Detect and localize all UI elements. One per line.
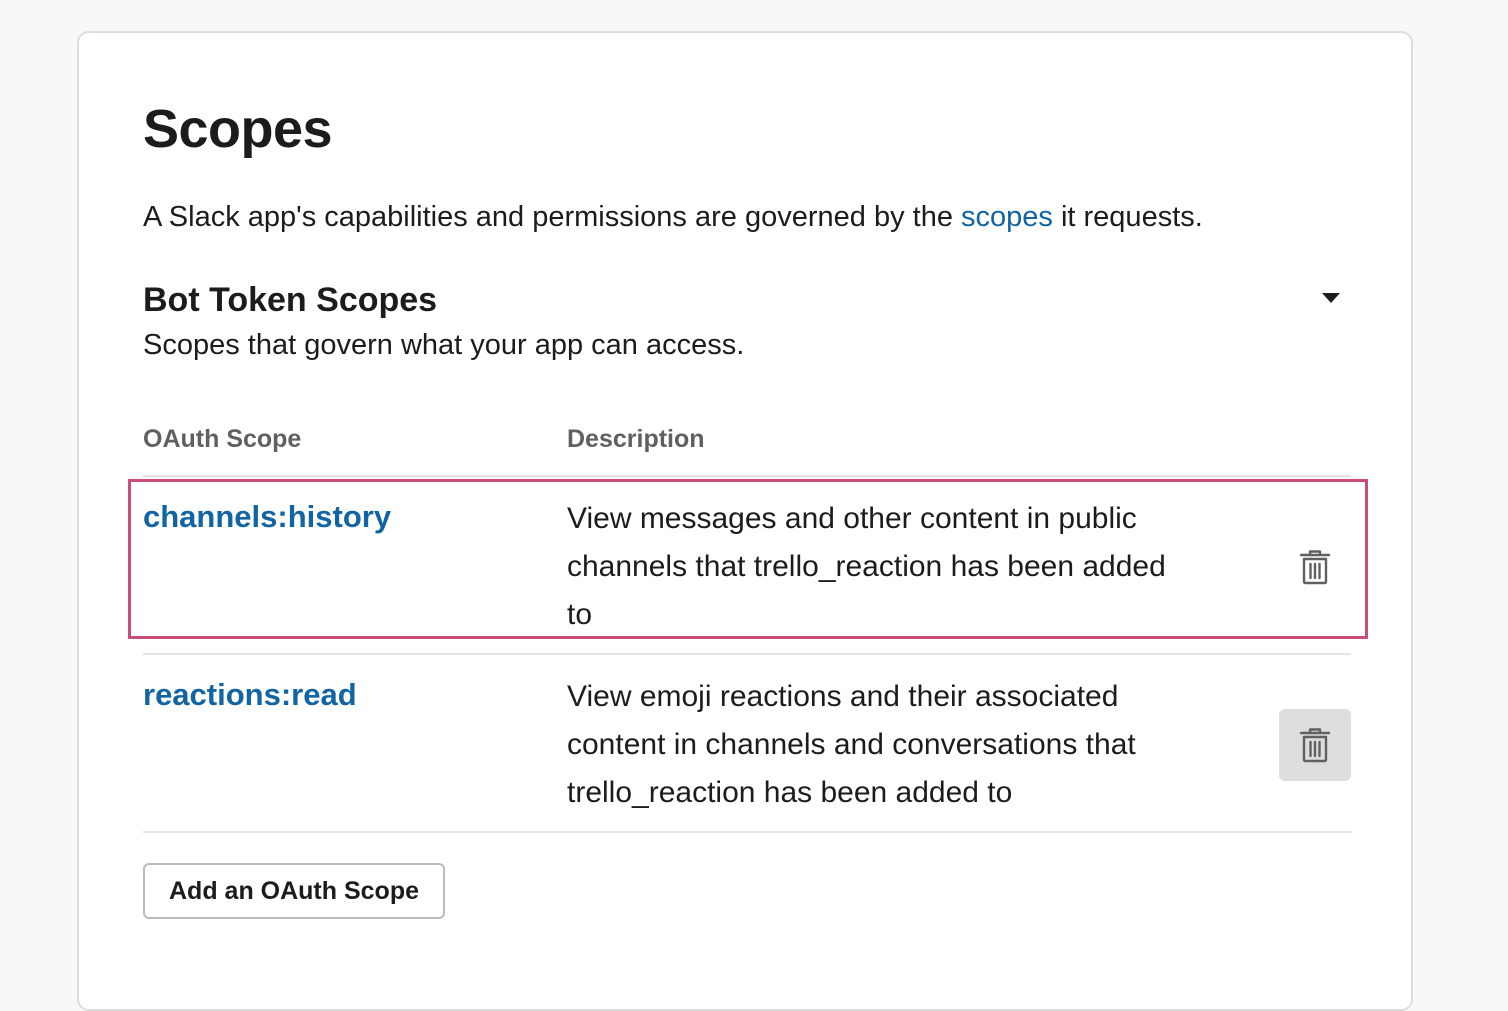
scope-description: View messages and other content in publi… (567, 502, 1166, 631)
table-header: OAuth Scope Description (143, 423, 1351, 477)
page-title: Scopes (143, 99, 333, 159)
add-oauth-scope-button[interactable]: Add an OAuth Scope (143, 863, 445, 919)
section-title: Bot Token Scopes (143, 281, 438, 319)
delete-scope-button[interactable] (1279, 531, 1351, 603)
intro-text-after: it requests. (1052, 201, 1203, 233)
section-collapse-toggle[interactable] (1311, 283, 1351, 313)
scopes-card: Scopes A Slack app's capabilities and pe… (77, 31, 1413, 1011)
trash-icon (1299, 728, 1331, 763)
column-header-description: Description (567, 425, 705, 453)
section-subtitle: Scopes that govern what your app can acc… (143, 329, 745, 361)
delete-scope-button[interactable] (1279, 709, 1351, 781)
intro-text: A Slack app's capabilities and permissio… (143, 199, 1203, 237)
scopes-table: OAuth Scope Description channels:history… (128, 423, 1368, 833)
table-row: reactions:read View emoji reactions and … (143, 655, 1351, 833)
scope-name-link[interactable]: channels:history (143, 497, 391, 537)
scopes-link[interactable]: scopes (961, 201, 1053, 233)
caret-down-icon (1322, 293, 1340, 303)
column-header-oauth-scope: OAuth Scope (143, 425, 302, 453)
intro-text-before: A Slack app's capabilities and permissio… (143, 201, 962, 233)
table-row: channels:history View messages and other… (128, 477, 1368, 655)
trash-icon (1299, 550, 1331, 585)
scope-name-link[interactable]: reactions:read (143, 675, 357, 715)
scope-description: View emoji reactions and their associate… (567, 680, 1136, 809)
